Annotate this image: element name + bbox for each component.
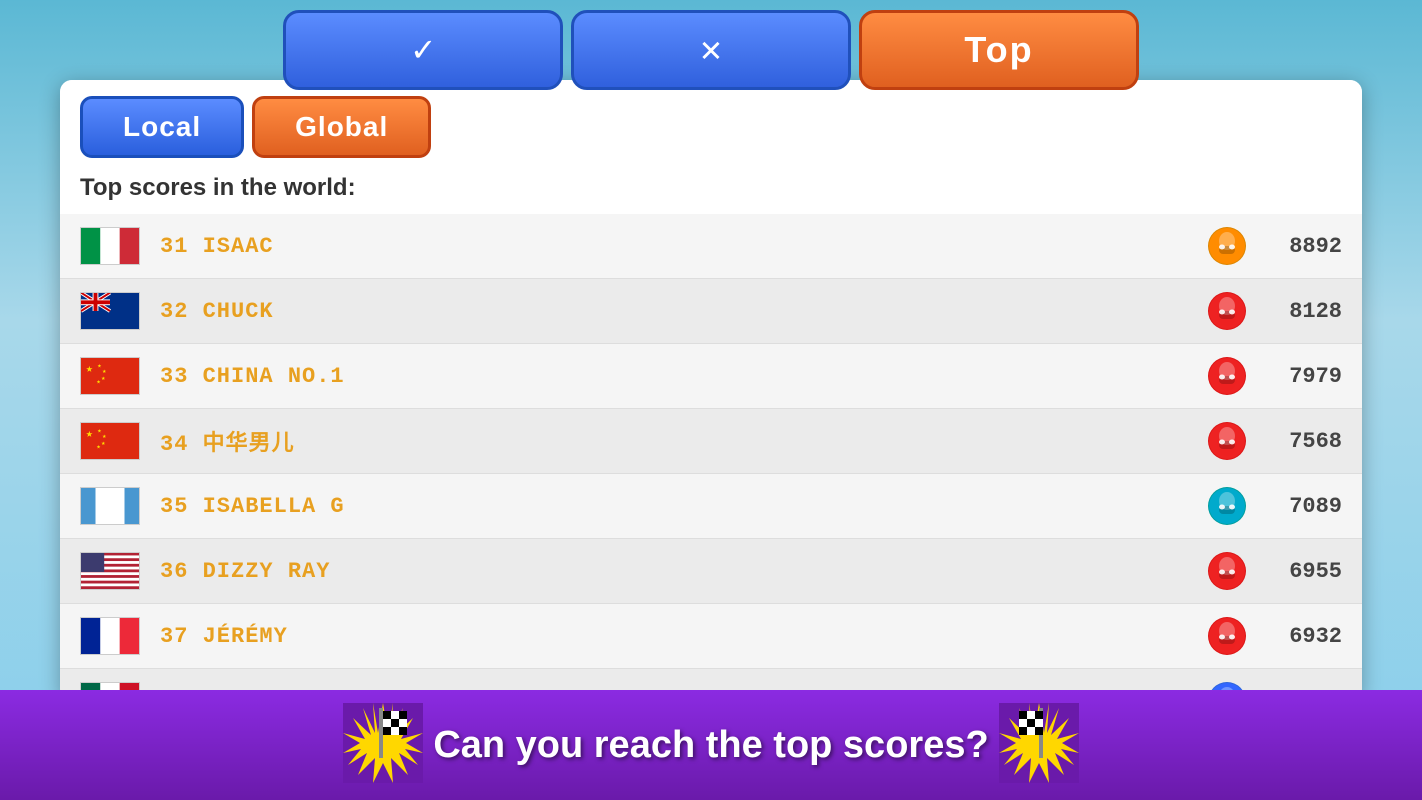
score-value: 6932	[1262, 624, 1342, 649]
svg-text:★: ★	[97, 362, 101, 370]
rank-name: 35 ISABELLA G	[160, 494, 345, 519]
flag-guatemala	[80, 487, 140, 525]
player-info: 37 JÉRÉMY	[160, 624, 1208, 649]
flag-china: ★★★★★	[80, 422, 140, 460]
table-row: 32 CHUCK 8128	[60, 279, 1362, 344]
svg-text:★: ★	[101, 375, 105, 383]
scores-list[interactable]: 31 ISAAC 8892 32 CHUCK 8128 ★★★★★ 33 CHI…	[60, 214, 1362, 700]
svg-text:★: ★	[97, 427, 101, 435]
top-button[interactable]: Top	[859, 10, 1139, 90]
tab-local[interactable]: Local	[80, 96, 244, 158]
rank-name: 37 JÉRÉMY	[160, 624, 288, 649]
bottom-banner: Can you reach the top scores?	[0, 690, 1422, 800]
flag-italy	[80, 227, 140, 265]
x-icon: ✕	[700, 29, 722, 72]
table-row: 36 DIZZY RAY 6955	[60, 539, 1362, 604]
check-icon: ✓	[412, 29, 434, 72]
close-button[interactable]: ✕	[571, 10, 851, 90]
flag-france	[80, 617, 140, 655]
check-button[interactable]: ✓	[283, 10, 563, 90]
table-row: ★★★★★ 33 CHINA NO.1 7979	[60, 344, 1362, 409]
top-label: Top	[964, 29, 1033, 71]
svg-text:★: ★	[86, 428, 93, 441]
table-row: 37 JÉRÉMY 6932	[60, 604, 1362, 669]
svg-text:★: ★	[96, 444, 100, 452]
table-row: ★★★★★ 34 中华男儿 7568	[60, 409, 1362, 474]
flag-australia	[80, 292, 140, 330]
player-info: 33 CHINA NO.1	[160, 364, 1208, 389]
score-value: 6955	[1262, 559, 1342, 584]
score-value: 8892	[1262, 234, 1342, 259]
avatar	[1208, 617, 1246, 655]
avatar	[1208, 552, 1246, 590]
score-value: 7568	[1262, 429, 1342, 454]
top-button-bar: ✓ ✕ Top	[0, 10, 1422, 90]
player-info: 31 ISAAC	[160, 234, 1208, 259]
banner-text: Can you reach the top scores?	[433, 724, 988, 767]
rank-name: 32 CHUCK	[160, 299, 274, 324]
score-value: 7089	[1262, 494, 1342, 519]
svg-text:★: ★	[86, 363, 93, 376]
rank-name: 33 CHINA NO.1	[160, 364, 345, 389]
flag-left	[343, 703, 423, 788]
player-info: 36 DIZZY RAY	[160, 559, 1208, 584]
main-panel: Local Global Top scores in the world: 31…	[60, 80, 1362, 700]
avatar	[1208, 487, 1246, 525]
player-info: 32 CHUCK	[160, 299, 1208, 324]
rank-name: 36 DIZZY RAY	[160, 559, 330, 584]
avatar	[1208, 422, 1246, 460]
tab-global-label: Global	[295, 111, 388, 142]
section-title: Top scores in the world:	[60, 166, 1362, 214]
rank-name: 34 中华男儿	[160, 425, 295, 457]
flag-right	[999, 703, 1079, 788]
score-value: 7979	[1262, 364, 1342, 389]
tab-global[interactable]: Global	[252, 96, 431, 158]
rank-name: 31 ISAAC	[160, 234, 274, 259]
score-value: 8128	[1262, 299, 1342, 324]
flag-china: ★★★★★	[80, 357, 140, 395]
tab-local-label: Local	[123, 111, 201, 142]
avatar	[1208, 227, 1246, 265]
tab-row: Local Global	[60, 80, 1362, 166]
svg-text:★: ★	[101, 440, 105, 448]
player-info: 35 ISABELLA G	[160, 494, 1208, 519]
flag-usa	[80, 552, 140, 590]
avatar	[1208, 357, 1246, 395]
table-row: 31 ISAAC 8892	[60, 214, 1362, 279]
table-row: 35 ISABELLA G 7089	[60, 474, 1362, 539]
svg-text:★: ★	[96, 379, 100, 387]
avatar	[1208, 292, 1246, 330]
player-info: 34 中华男儿	[160, 425, 1208, 457]
